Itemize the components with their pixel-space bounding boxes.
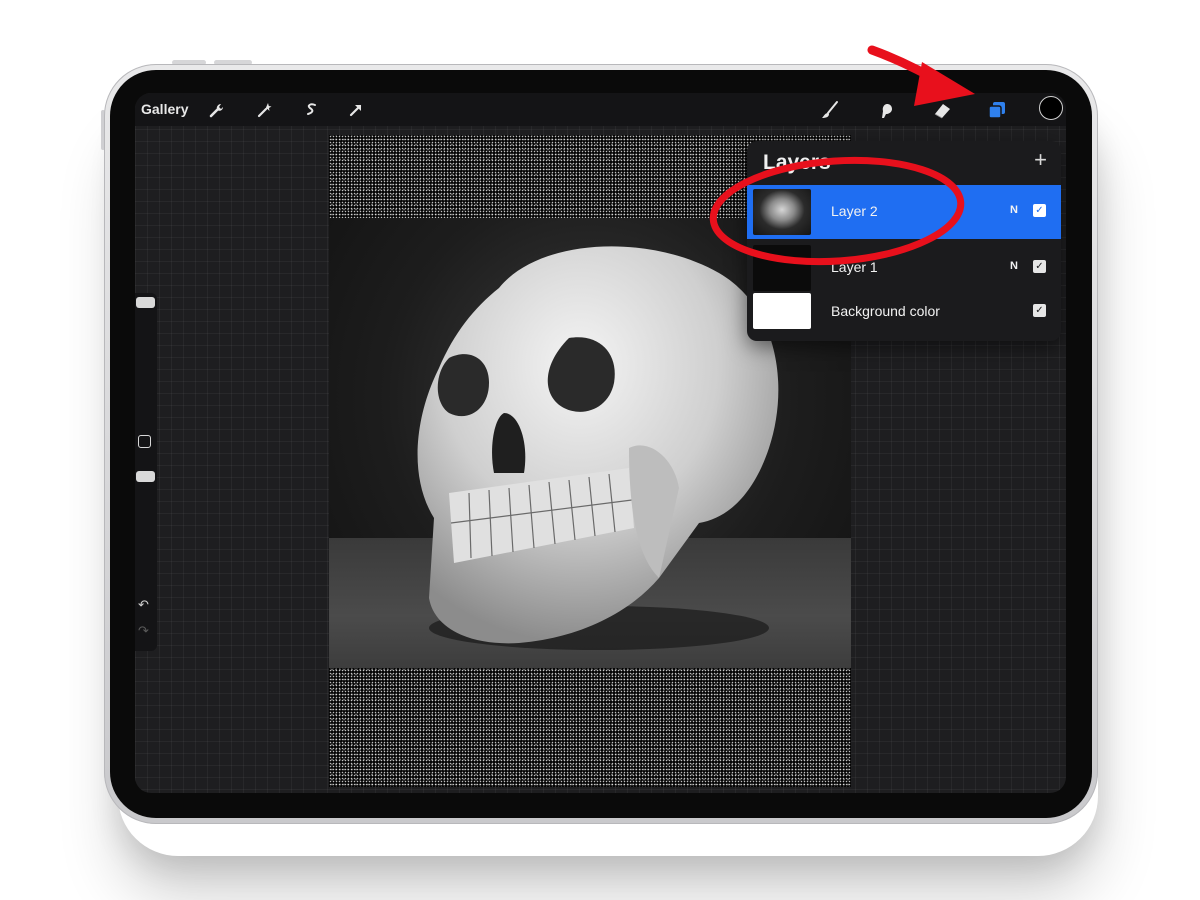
layer-thumbnail	[753, 245, 811, 291]
layer-row-layer-2[interactable]: Layer 2 N ✓	[747, 185, 1061, 239]
layer-thumbnail	[753, 189, 811, 235]
undo-button[interactable]: ↶	[138, 597, 149, 613]
blend-mode-button[interactable]: N	[1010, 260, 1018, 272]
gallery-button[interactable]: Gallery	[141, 101, 188, 117]
layer-name: Layer 2	[831, 203, 878, 219]
transform-arrow-icon[interactable]	[345, 99, 367, 121]
layer-visibility-checkbox[interactable]: ✓	[1033, 260, 1046, 273]
modify-button[interactable]	[138, 435, 151, 448]
layer-name: Layer 1	[831, 259, 878, 275]
redo-button[interactable]: ↷	[138, 623, 149, 639]
layer-name: Background color	[831, 303, 940, 319]
brush-icon[interactable]	[819, 99, 841, 121]
layer-visibility-checkbox[interactable]: ✓	[1033, 204, 1046, 217]
color-picker-icon[interactable]	[1039, 96, 1063, 120]
add-layer-button[interactable]: +	[1034, 147, 1047, 173]
smudge-icon[interactable]	[875, 99, 897, 121]
layer-visibility-checkbox[interactable]: ✓	[1033, 304, 1046, 317]
magic-wand-icon[interactable]	[253, 99, 275, 121]
eraser-icon[interactable]	[931, 99, 953, 121]
top-toolbar: Gallery	[135, 93, 1066, 126]
brush-size-slider[interactable]	[136, 297, 155, 308]
layers-icon[interactable]	[986, 99, 1008, 121]
layers-panel-title: Layers	[763, 151, 831, 174]
background-color-swatch[interactable]	[753, 293, 811, 329]
layer-row-background-color[interactable]: Background color ✓	[747, 291, 1061, 345]
layers-panel: Layers + Layer 2 N ✓ Layer 1 N ✓ Backgro…	[747, 141, 1061, 341]
layer-row-layer-1[interactable]: Layer 1 N ✓	[747, 241, 1061, 295]
left-sidebar: ↶ ↷	[135, 293, 157, 651]
blend-mode-button[interactable]: N	[1010, 204, 1018, 216]
selection-s-icon[interactable]	[300, 99, 322, 121]
wrench-icon[interactable]	[205, 99, 227, 121]
procreate-screen: Gallery ↶ ↷ Layers + Layer 2 N ✓ Layer 1…	[135, 93, 1066, 793]
opacity-slider[interactable]	[136, 471, 155, 482]
